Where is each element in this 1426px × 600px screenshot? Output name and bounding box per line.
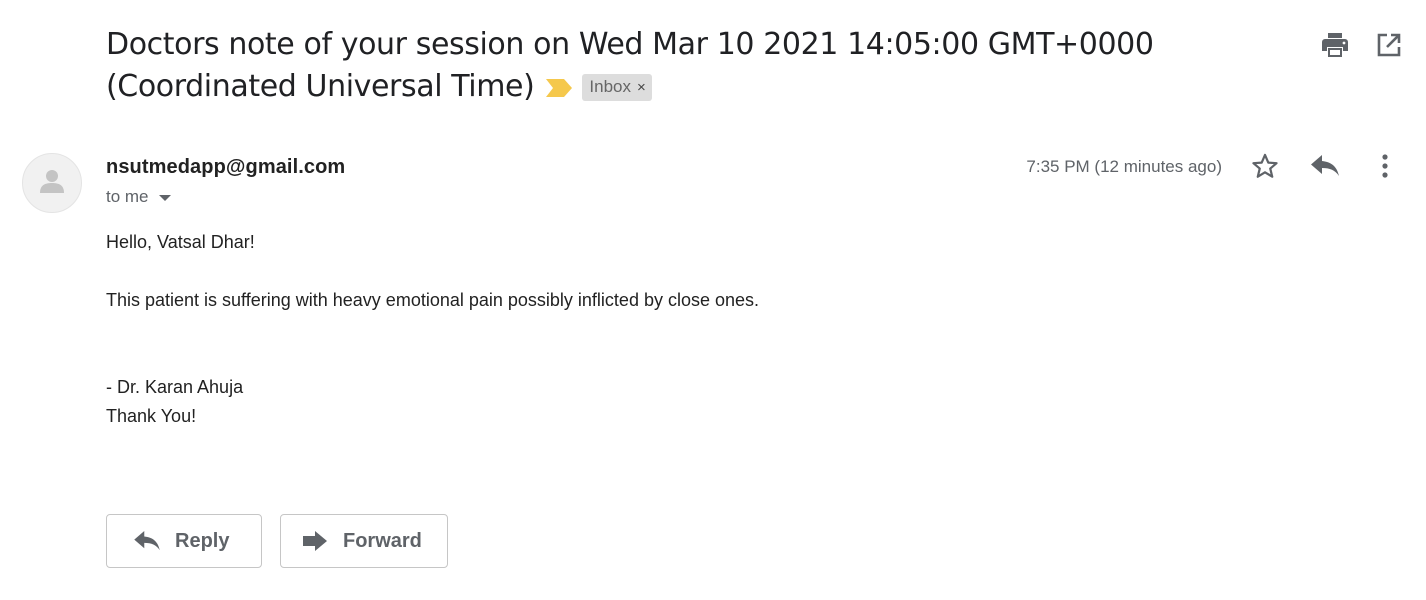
recipient-text: to me	[106, 187, 149, 206]
sender-email[interactable]: nsutmedapp@gmail.com	[106, 156, 345, 179]
sender-avatar[interactable]	[22, 153, 82, 213]
star-icon	[1251, 152, 1279, 185]
label-chip-inbox: Inbox ×	[582, 74, 652, 101]
forward-button[interactable]: Forward	[280, 514, 448, 568]
email-subject-row: Doctors note of your session on Wed Mar …	[106, 24, 1276, 108]
reply-forward-bar: Reply Forward	[106, 514, 448, 568]
email-paragraph: This patient is suffering with heavy emo…	[106, 290, 760, 310]
important-marker-icon[interactable]	[546, 67, 573, 97]
thread-toolbar	[1322, 32, 1402, 62]
open-in-new-window-icon	[1377, 33, 1401, 62]
star-button[interactable]	[1246, 153, 1284, 183]
email-closing: Thank You!	[106, 406, 197, 426]
more-options-button[interactable]	[1366, 153, 1404, 183]
reply-icon-button[interactable]	[1306, 153, 1344, 183]
remove-label-button[interactable]: ×	[637, 75, 646, 101]
reply-icon	[133, 529, 161, 553]
email-body: Hello, Vatsal Dhar! This patient is suff…	[106, 228, 1306, 431]
more-options-icon	[1382, 153, 1388, 183]
email-signature: - Dr. Karan Ahuja	[106, 377, 244, 397]
label-chip-text: Inbox	[589, 77, 631, 96]
forward-button-label: Forward	[343, 529, 422, 552]
email-view: Doctors note of your session on Wed Mar …	[0, 0, 1426, 600]
forward-icon	[301, 529, 329, 553]
print-icon	[1322, 32, 1348, 62]
email-greeting: Hello, Vatsal Dhar!	[106, 232, 255, 252]
message-actions	[1246, 153, 1404, 183]
open-in-new-window-button[interactable]	[1376, 33, 1402, 62]
reply-icon	[1311, 154, 1339, 182]
chevron-down-icon	[158, 195, 171, 201]
email-timestamp: 7:35 PM (12 minutes ago)	[1026, 157, 1222, 176]
recipient-details-toggle[interactable]: to me	[106, 187, 171, 207]
person-icon	[39, 168, 65, 199]
reply-button-label: Reply	[175, 529, 230, 552]
print-button[interactable]	[1322, 32, 1348, 62]
reply-button[interactable]: Reply	[106, 514, 262, 568]
